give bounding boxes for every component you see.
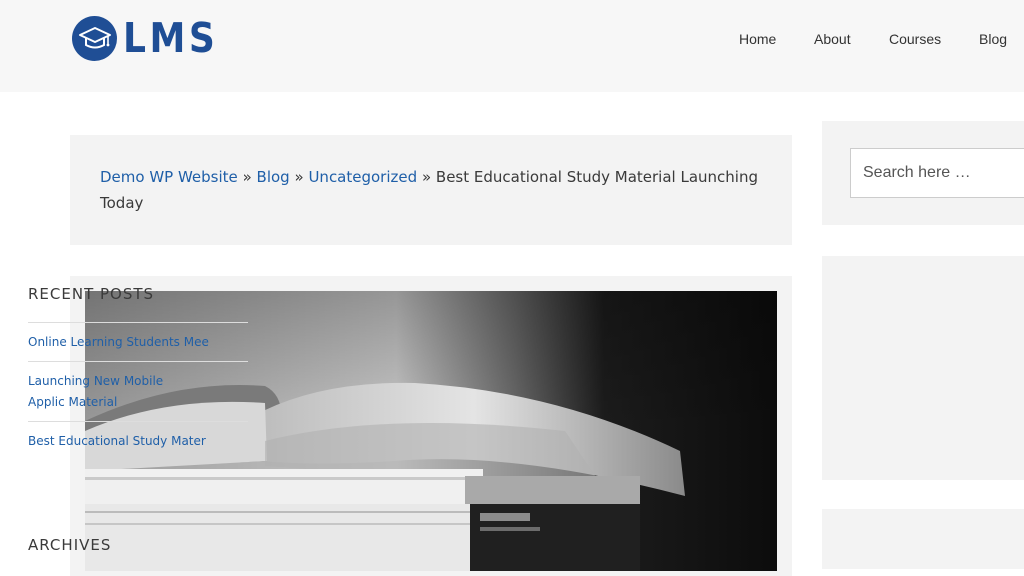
- breadcrumb-category-link[interactable]: Uncategorized: [308, 168, 417, 186]
- recent-posts-title: RECENT POSTS: [28, 285, 155, 303]
- search-widget: [822, 121, 1024, 225]
- breadcrumb-separator: »: [294, 168, 304, 186]
- archives-widget: [822, 509, 1024, 569]
- list-item: Online Learning Students Mee: [28, 322, 248, 361]
- nav-blog[interactable]: Blog: [979, 30, 1007, 48]
- main-nav: Home About Courses Blog: [0, 30, 1024, 48]
- recent-posts-widget: [822, 256, 1024, 480]
- recent-post-link[interactable]: Online Learning Students Mee: [28, 332, 248, 353]
- nav-home[interactable]: Home: [739, 30, 776, 48]
- recent-post-link[interactable]: Best Educational Study Mater: [28, 431, 248, 452]
- search-input[interactable]: [850, 148, 1024, 198]
- breadcrumb-blog-link[interactable]: Blog: [257, 168, 290, 186]
- recent-posts-list: Online Learning Students Mee Launching N…: [28, 322, 248, 460]
- recent-post-link[interactable]: Launching New Mobile Applic Material: [28, 371, 203, 413]
- site-header: LMS Home About Courses Blog: [0, 0, 1024, 92]
- nav-courses[interactable]: Courses: [889, 30, 941, 48]
- list-item: Best Educational Study Mater: [28, 421, 248, 460]
- breadcrumb: Demo WP Website » Blog » Uncategorized »…: [70, 135, 792, 245]
- breadcrumb-separator: »: [421, 168, 432, 186]
- breadcrumb-separator: »: [242, 168, 252, 186]
- breadcrumb-home-link[interactable]: Demo WP Website: [100, 168, 238, 186]
- list-item: Launching New Mobile Applic Material: [28, 361, 248, 421]
- archives-title: ARCHIVES: [28, 536, 112, 554]
- nav-about[interactable]: About: [814, 30, 851, 48]
